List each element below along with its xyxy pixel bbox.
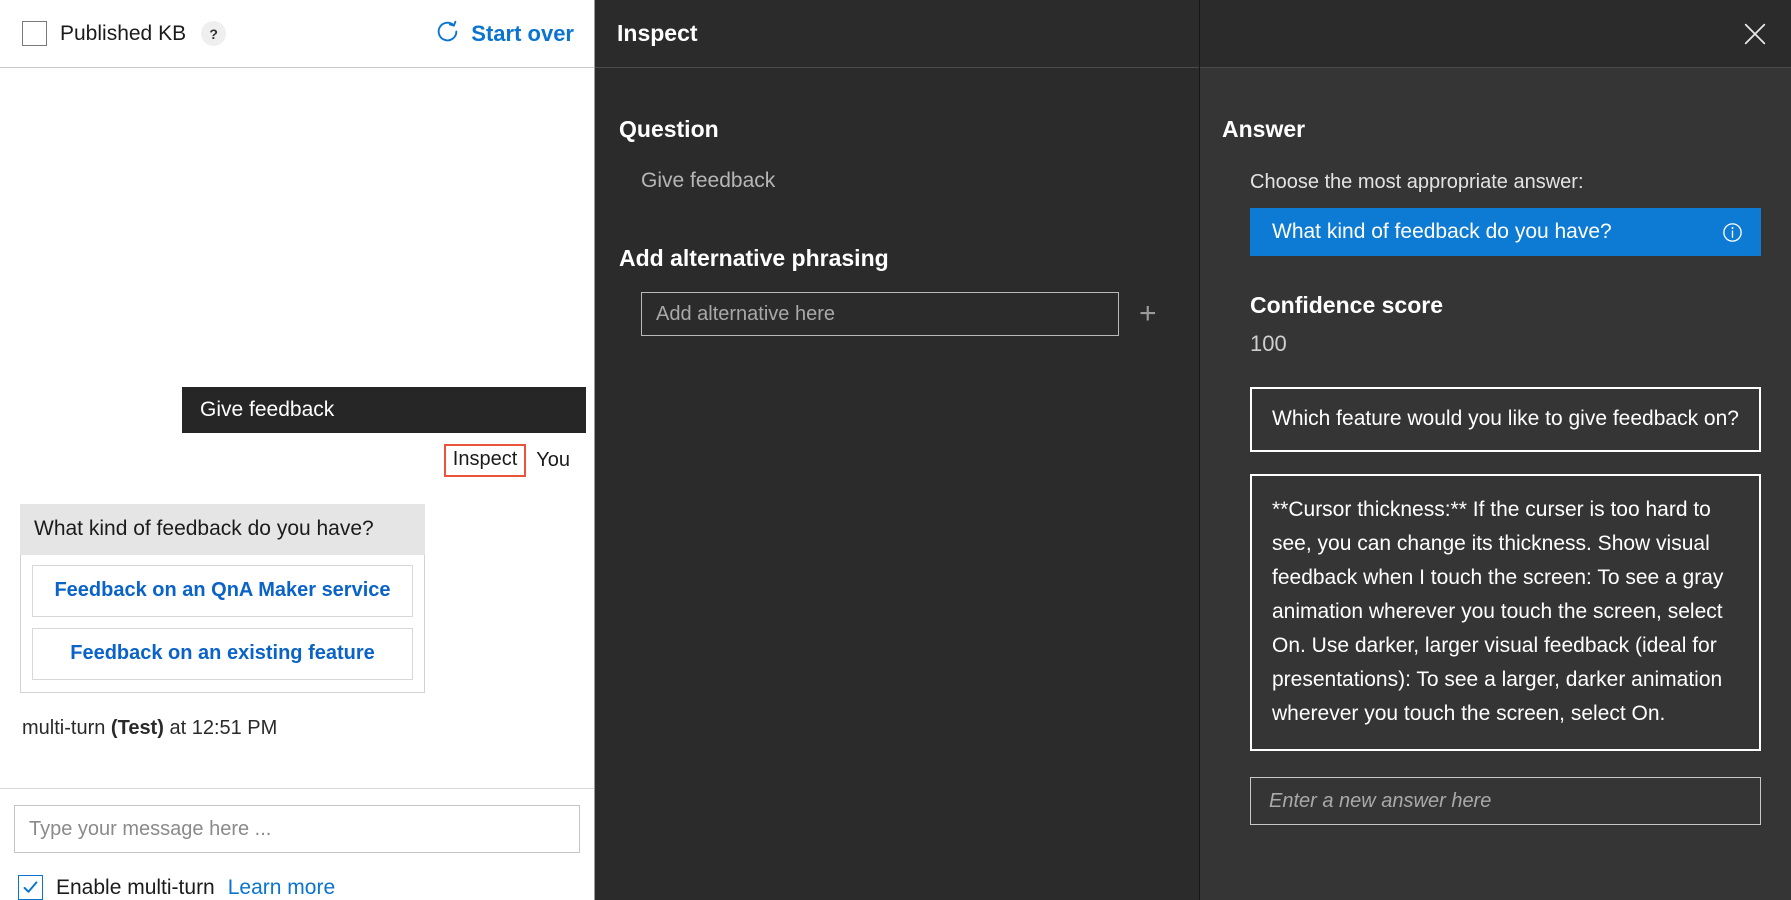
chat-panel: Published KB ? Start over Give feedback … <box>0 0 595 900</box>
answer-panel: Answer Choose the most appropriate answe… <box>1200 0 1791 900</box>
turn-time: 12:51 PM <box>192 717 278 739</box>
answer-body: Answer Choose the most appropriate answe… <box>1200 68 1791 825</box>
chat-footer: Enable multi-turn Learn more <box>0 788 594 900</box>
published-kb-checkbox[interactable] <box>22 21 47 46</box>
app-root: Published KB ? Start over Give feedback … <box>0 0 1791 900</box>
confidence-score-label: Confidence score <box>1222 292 1761 319</box>
add-alternative-icon[interactable]: + <box>1139 299 1157 329</box>
turn-name: multi-turn <box>22 717 105 739</box>
prompt-button-1[interactable]: Feedback on an existing feature <box>32 628 413 680</box>
selected-answer-chip[interactable]: What kind of feedback do you have? <box>1250 208 1761 256</box>
user-message-bubble: Give feedback <box>182 387 586 433</box>
selected-answer-text: What kind of feedback do you have? <box>1272 220 1612 244</box>
inspect-header: Inspect <box>595 0 1199 68</box>
question-section-label: Question <box>619 116 1175 143</box>
bot-message-bubble: What kind of feedback do you have? <box>20 504 425 555</box>
long-answer-card[interactable]: **Cursor thickness:** If the curser is t… <box>1250 474 1761 751</box>
start-over-label: Start over <box>471 21 574 47</box>
alt-phrasing-input[interactable] <box>641 292 1119 336</box>
user-message-meta: Inspect You <box>10 444 584 477</box>
published-kb-group: Published KB ? <box>22 21 226 46</box>
chat-header: Published KB ? Start over <box>0 0 594 68</box>
turn-meta: multi-turn (Test) at 12:51 PM <box>22 717 584 740</box>
choose-answer-label: Choose the most appropriate answer: <box>1222 171 1761 194</box>
answer-header <box>1200 0 1791 68</box>
inspect-link[interactable]: Inspect <box>444 444 526 477</box>
alt-phrasing-row: + <box>619 292 1175 336</box>
enable-multiturn-label: Enable multi-turn <box>56 876 215 900</box>
prompt-button-0[interactable]: Feedback on an QnA Maker service <box>32 565 413 617</box>
enable-multiturn-row: Enable multi-turn Learn more <box>14 875 580 900</box>
learn-more-link[interactable]: Learn more <box>228 876 335 900</box>
alt-phrasing-label: Add alternative phrasing <box>619 245 1175 272</box>
transcript-spacer <box>10 68 584 387</box>
refresh-icon <box>435 19 460 49</box>
new-answer-input[interactable] <box>1250 777 1761 825</box>
follow-up-answer-card[interactable]: Which feature would you like to give fee… <box>1250 387 1761 452</box>
info-icon[interactable] <box>1721 221 1744 244</box>
chat-transcript: Give feedback Inspect You What kind of f… <box>0 68 594 788</box>
enable-multiturn-checkbox[interactable] <box>18 875 43 900</box>
inspect-panel-title: Inspect <box>617 20 698 47</box>
bot-prompts: Feedback on an QnA Maker service Feedbac… <box>20 555 425 693</box>
message-author-label: You <box>536 449 573 472</box>
turn-at: at <box>169 717 186 739</box>
inspect-body: Question Give feedback Add alternative p… <box>595 68 1199 336</box>
question-value: Give feedback <box>619 169 1175 193</box>
confidence-score-value: 100 <box>1222 331 1761 357</box>
close-icon[interactable] <box>1741 20 1769 48</box>
turn-mode: (Test) <box>111 717 164 739</box>
inspect-panel: Inspect Question Give feedback Add alter… <box>595 0 1200 900</box>
published-kb-label: Published KB <box>60 22 186 46</box>
help-icon[interactable]: ? <box>201 21 226 46</box>
bot-message-block: What kind of feedback do you have? Feedb… <box>20 504 425 693</box>
message-input[interactable] <box>14 805 580 853</box>
start-over-button[interactable]: Start over <box>435 19 574 49</box>
answer-section-label: Answer <box>1222 116 1761 143</box>
